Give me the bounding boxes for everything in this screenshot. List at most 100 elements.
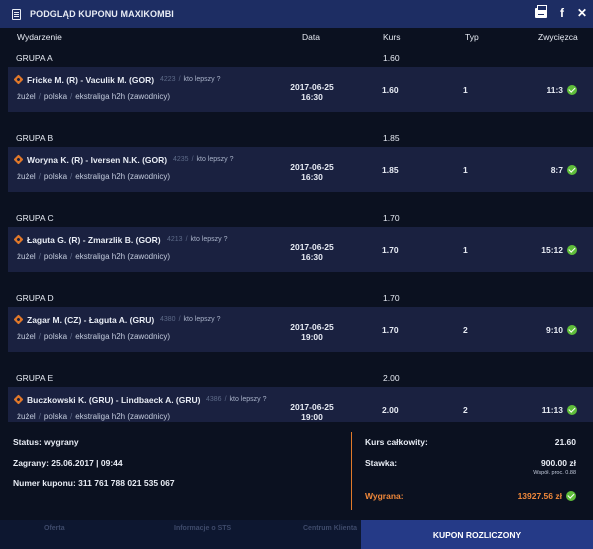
group-header: GRUPA C 1.70 bbox=[8, 209, 593, 226]
separator: / bbox=[70, 252, 73, 261]
event-id: 4235 bbox=[173, 156, 189, 163]
event-date: 2017-06-25 bbox=[290, 82, 334, 92]
col-winner: Zwycięzca bbox=[538, 32, 578, 42]
win-amount: 13927.56 zł bbox=[518, 491, 576, 501]
title-bar-actions: f ✕ bbox=[534, 5, 587, 19]
group-odds: 1.70 bbox=[383, 213, 400, 223]
footer-link-info[interactable]: Informacje o STS bbox=[174, 525, 231, 532]
event-odds: 2.00 bbox=[382, 405, 399, 415]
event-market: kto lepszy ? bbox=[183, 76, 221, 83]
event-datetime: 2017-06-25 16:30 bbox=[278, 82, 346, 102]
footer-link-oferta[interactable]: Oferta bbox=[44, 525, 65, 532]
separator: / bbox=[70, 172, 73, 181]
speedway-icon bbox=[13, 74, 24, 85]
window-title: PODGLĄD KUPONU MAXIKOMBI bbox=[30, 9, 174, 19]
group-header: GRUPA D 1.70 bbox=[8, 289, 593, 306]
group-odds: 1.60 bbox=[383, 53, 400, 63]
result-score: 9:10 bbox=[545, 325, 563, 335]
coupon-preview-window: PODGLĄD KUPONU MAXIKOMBI f ✕ Wydarzenie … bbox=[0, 0, 593, 549]
result-score: 11:13 bbox=[541, 405, 563, 415]
col-date: Data bbox=[302, 32, 320, 42]
group-name: GRUPA E bbox=[16, 373, 54, 383]
event-date: 2017-06-25 bbox=[290, 402, 334, 412]
table-header: Wydarzenie Data Kurs Typ Zwycięzca bbox=[0, 28, 593, 45]
separator: / bbox=[70, 92, 73, 101]
event-row: Woryna K. (R) - Iversen N.K. (GOR) 4235 / k… bbox=[8, 147, 593, 192]
separator: / bbox=[38, 172, 41, 181]
event-date: 2017-06-25 bbox=[290, 242, 334, 252]
separator: / bbox=[38, 332, 41, 341]
event-type: 1 bbox=[463, 85, 468, 95]
col-event: Wydarzenie bbox=[17, 32, 62, 42]
event-market: kto lepszy ? bbox=[196, 156, 234, 163]
event-category: żużel/polska/ekstraliga h2h (zawodnicy) bbox=[17, 412, 170, 421]
event-sport: żużel bbox=[17, 92, 36, 101]
event-id: 4223 bbox=[160, 76, 176, 83]
event-sport: żużel bbox=[17, 332, 36, 341]
group-odds: 2.00 bbox=[383, 373, 400, 383]
separator: / bbox=[70, 332, 73, 341]
event-league: ekstraliga h2h (zawodnicy) bbox=[75, 412, 170, 421]
result-score: 15:12 bbox=[541, 245, 563, 255]
facebook-icon[interactable]: f bbox=[560, 7, 564, 19]
check-icon bbox=[566, 491, 576, 501]
event-name[interactable]: Woryna K. (R) - Iversen N.K. (GOR) bbox=[27, 155, 167, 165]
event-league: ekstraliga h2h (zawodnicy) bbox=[75, 172, 170, 181]
event-category: żużel/polska/ekstraliga h2h (zawodnicy) bbox=[17, 92, 170, 101]
event-league: ekstraliga h2h (zawodnicy) bbox=[75, 252, 170, 261]
event-category: żużel/polska/ekstraliga h2h (zawodnicy) bbox=[17, 252, 170, 261]
coupon-summary: Status: wygrany Zagrany: 25.06.2017 | 09… bbox=[0, 422, 593, 520]
placed-date: Zagrany: 25.06.2017 | 09:44 bbox=[13, 458, 123, 468]
event-id: 4380 bbox=[160, 316, 176, 323]
group-header: GRUPA E 2.00 bbox=[8, 369, 593, 386]
event-result: 11:13 bbox=[542, 405, 577, 415]
win-value: 13927.56 zł bbox=[517, 491, 562, 501]
event-result: 9:10 bbox=[546, 325, 577, 335]
event-time: 16:30 bbox=[301, 92, 323, 102]
group-name: GRUPA A bbox=[16, 53, 53, 63]
speedway-icon bbox=[13, 394, 24, 405]
check-icon bbox=[567, 85, 577, 95]
print-icon[interactable] bbox=[534, 5, 547, 18]
speedway-icon bbox=[13, 314, 24, 325]
group-odds: 1.70 bbox=[383, 293, 400, 303]
event-odds: 1.85 bbox=[382, 165, 399, 175]
separator: / bbox=[185, 236, 188, 243]
event-category: żużel/polska/ekstraliga h2h (zawodnicy) bbox=[17, 172, 170, 181]
event-row: Łaguta G. (R) - Zmarzlik B. (GOR) 4213/kt… bbox=[8, 227, 593, 272]
event-name[interactable]: Buczkowski K. (GRU) - Lindbaeck A. (GRU) bbox=[27, 395, 200, 405]
event-row: Zagar M. (CZ) - Łaguta A. (GRU) 4380/kto … bbox=[8, 307, 593, 352]
col-type: Typ bbox=[465, 32, 479, 42]
event-name[interactable]: Fricke M. (R) - Vaculik M. (GOR) bbox=[27, 75, 154, 85]
event-odds: 1.70 bbox=[382, 325, 399, 335]
speedway-icon bbox=[13, 154, 24, 165]
event-category: żużel/polska/ekstraliga h2h (zawodnicy) bbox=[17, 332, 170, 341]
result-score: 11:3 bbox=[546, 85, 563, 95]
event-meta: 4386/kto lepszy ? bbox=[206, 396, 267, 403]
check-icon bbox=[567, 165, 577, 175]
close-icon[interactable]: ✕ bbox=[577, 7, 587, 19]
coupon-icon bbox=[12, 8, 21, 20]
event-sport: żużel bbox=[17, 172, 36, 181]
summary-divider bbox=[351, 432, 352, 510]
event-name[interactable]: Łaguta G. (R) - Zmarzlik B. (GOR) bbox=[27, 235, 161, 245]
event-odds: 1.60 bbox=[382, 85, 399, 95]
group-name: GRUPA C bbox=[16, 213, 54, 223]
col-odds: Kurs bbox=[383, 32, 401, 42]
event-country: polska bbox=[43, 332, 68, 341]
event-date: 2017-06-25 bbox=[290, 322, 334, 332]
event-country: polska bbox=[43, 92, 68, 101]
footer-link-client[interactable]: Centrum Klienta bbox=[303, 525, 357, 532]
check-icon bbox=[567, 405, 577, 415]
event-meta: 4223/kto lepszy ? bbox=[160, 76, 221, 83]
separator: / bbox=[178, 316, 181, 323]
event-datetime: 2017-06-25 16:30 bbox=[278, 162, 346, 182]
coupon-settled-button[interactable]: KUPON ROZLICZONY bbox=[361, 520, 593, 549]
event-name[interactable]: Zagar M. (CZ) - Łaguta A. (GRU) bbox=[27, 315, 154, 325]
event-type: 1 bbox=[463, 165, 468, 175]
total-odds-value: 21.60 bbox=[554, 437, 576, 447]
stake-label: Stawka: bbox=[365, 458, 398, 468]
event-time: 16:30 bbox=[301, 172, 323, 182]
event-market: kto lepszy ? bbox=[183, 316, 221, 323]
event-type: 1 bbox=[463, 245, 468, 255]
